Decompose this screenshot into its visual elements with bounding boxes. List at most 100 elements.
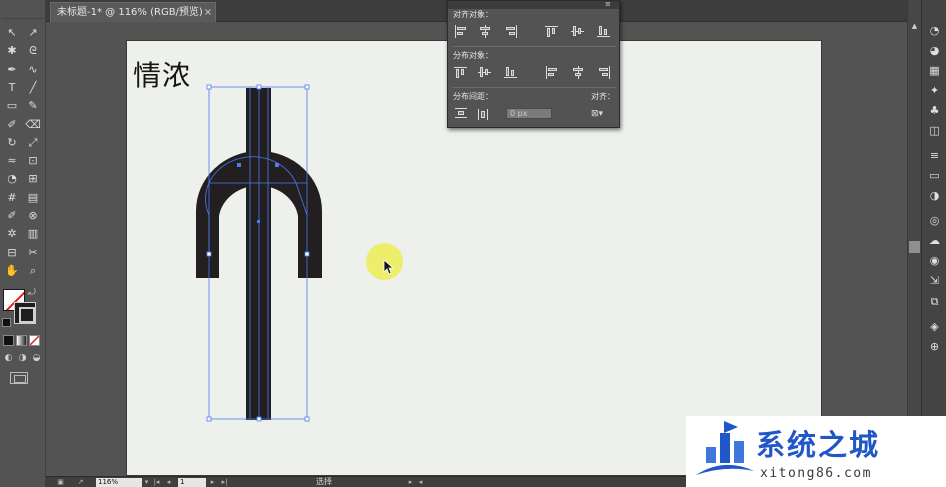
watermark-url: xitong86.com (760, 466, 872, 481)
artboard-nav-icon[interactable]: ▣ (56, 477, 65, 487)
align-horizontal-center-icon[interactable] (478, 25, 492, 38)
stroke-swatch[interactable] (14, 302, 36, 324)
document-tab[interactable]: 未标题-1* @ 116% (RGB/预览) × (50, 2, 216, 22)
direct-selection-tool-icon[interactable]: ↗ (23, 24, 43, 41)
screen-mode-icon[interactable] (10, 372, 28, 384)
graph-tool-icon[interactable]: ▥ (23, 225, 43, 242)
rectangle-tool-icon[interactable]: ▭ (2, 97, 22, 114)
perspective-grid-icon[interactable]: ⊞ (23, 170, 43, 187)
draw-normal-icon[interactable]: ◐ (2, 352, 15, 364)
zoom-field[interactable]: 116% (96, 478, 142, 487)
horizontal-scroll-left-icon[interactable]: ◂ (416, 477, 425, 487)
gradient-panel-icon[interactable]: ▭ (927, 169, 942, 183)
symbols-icon[interactable]: ♣ (927, 104, 942, 118)
close-tab-icon[interactable]: × (201, 3, 215, 22)
distribute-spacing-label: 分布间距： (453, 92, 493, 101)
prev-artboard-icon[interactable]: ◂ (164, 477, 173, 487)
status-menu-icon[interactable]: ▸ (406, 477, 415, 487)
tools-panel-grip[interactable] (2, 3, 44, 19)
paintbrush-icon[interactable]: ✎ (23, 97, 43, 114)
color-mode-icon[interactable] (3, 335, 14, 346)
layers-icon[interactable]: ◈ (927, 320, 942, 334)
distribute-top-icon[interactable] (454, 66, 468, 79)
curvature-icon[interactable]: ∿ (23, 61, 43, 78)
symbol-sprayer-icon[interactable]: ✲ (2, 225, 22, 242)
align-left-icon[interactable] (454, 25, 468, 38)
brushes-icon[interactable]: ✦ (927, 84, 942, 98)
graphic-styles-icon[interactable]: ◫ (927, 124, 942, 138)
distribute-left-icon[interactable] (545, 66, 559, 79)
lasso-icon[interactable]: ᘓ (23, 42, 43, 59)
panel-dock: ◔ ◕ ▦ ✦ ♣ ◫ ≡ ▭ ◑ ◎ ☁ ◉ ⇲ ⧉ ◈ ⊕ (921, 0, 946, 487)
blend-tool-icon[interactable]: ⊗ (23, 207, 43, 224)
image-trace-icon[interactable]: ◉ (927, 254, 942, 268)
align-to-dropdown[interactable]: ⊠▾ (591, 108, 613, 120)
scroll-up-icon[interactable]: ▲ (910, 22, 919, 30)
color-guide-icon[interactable]: ◕ (927, 44, 942, 58)
type-tool-icon[interactable]: T (2, 79, 22, 96)
draw-inside-icon[interactable]: ◒ (30, 352, 43, 364)
swap-fill-stroke-icon[interactable]: ⤾ (26, 285, 38, 302)
eraser-icon[interactable]: ⌫ (23, 116, 43, 133)
links-icon[interactable]: ⊕ (927, 340, 942, 354)
color-panel-icon[interactable]: ◔ (927, 24, 942, 38)
align-top-icon[interactable] (545, 25, 559, 38)
next-artboard-icon[interactable]: ▸ (208, 477, 217, 487)
align-panel-header[interactable]: ≡ (448, 0, 619, 9)
selection-tool-icon[interactable]: ↖ (2, 24, 22, 41)
pen-tool-icon[interactable]: ✒ (2, 61, 22, 78)
distribute-objects-label: 分布对象： (453, 51, 493, 60)
appearance-icon[interactable]: ◎ (927, 214, 942, 228)
gradient-mode-icon[interactable] (16, 335, 27, 346)
magic-wand-icon[interactable]: ✱ (2, 42, 22, 59)
eyedropper-icon[interactable]: ✐ (2, 207, 22, 224)
distribute-vertical-center-icon[interactable] (478, 66, 492, 79)
distribute-horizontal-center-icon[interactable] (571, 66, 585, 79)
width-tool-icon[interactable]: ≈ (2, 152, 22, 169)
line-tool-icon[interactable]: ╱ (23, 79, 43, 96)
first-artboard-icon[interactable]: |◂ (152, 477, 161, 487)
horizontal-distribute-space-icon[interactable] (478, 108, 492, 121)
vertical-scrollbar[interactable]: ▲ (907, 0, 921, 476)
swatches-icon[interactable]: ▦ (927, 64, 942, 78)
status-tool-label: 选择 (316, 477, 332, 486)
pencil-icon[interactable]: ✐ (2, 116, 22, 133)
artboard-tool-icon[interactable]: ⊟ (2, 244, 22, 261)
artboard-number-field[interactable]: 1 (178, 478, 206, 487)
panel-menu-icon[interactable]: ≡ (605, 0, 617, 9)
spacing-value-field[interactable]: 0 px (506, 108, 552, 119)
zoom-tool-icon[interactable]: ⌕ (23, 262, 43, 279)
panel-divider (452, 46, 616, 47)
default-colors-icon[interactable] (2, 318, 11, 327)
asset-export-icon[interactable]: ⇲ (927, 274, 942, 288)
hand-tool-icon[interactable]: ✋ (2, 262, 22, 279)
last-artboard-icon[interactable]: ▸| (220, 477, 229, 487)
slice-tool-icon[interactable]: ✂ (23, 244, 43, 261)
mesh-tool-icon[interactable]: # (2, 189, 22, 206)
scale-tool-icon[interactable]: ⤢ (23, 134, 43, 151)
align-vertical-center-icon[interactable] (571, 25, 585, 38)
zoom-dropdown-icon[interactable]: ▾ (142, 477, 151, 487)
distribute-right-icon[interactable] (597, 66, 611, 79)
free-transform-icon[interactable]: ⊡ (23, 152, 43, 169)
align-right-icon[interactable] (504, 25, 518, 38)
panel-divider (452, 87, 616, 88)
draw-behind-icon[interactable]: ◑ (16, 352, 29, 364)
vertical-distribute-space-icon[interactable] (454, 108, 468, 121)
watermark-logo-icon (696, 421, 754, 475)
shape-builder-icon[interactable]: ◔ (2, 170, 22, 187)
document-tab-title: 未标题-1* @ 116% (RGB/预览) (57, 7, 203, 18)
stroke-icon[interactable]: ≡ (927, 149, 942, 163)
export-icon[interactable]: ↗ (76, 477, 85, 487)
none-mode-icon[interactable] (29, 335, 40, 346)
align-bottom-icon[interactable] (597, 25, 611, 38)
cc-libraries-icon[interactable]: ☁ (927, 234, 942, 248)
gradient-tool-icon[interactable]: ▤ (23, 189, 43, 206)
align-to-label: 对齐： (591, 92, 615, 101)
tools-panel: ↖ ↗ ✱ ᘓ ✒ ∿ T ╱ ▭ ✎ ✐ ⌫ ↻ ⤢ ≈ ⊡ ◔ ⊞ # ▤ ✐ ⊗ ✲ ▥ ⊟ ✂ ✋ ⌕ ⤾ ◐ ◑ ◒ (0, 0, 46, 487)
rotate-tool-icon[interactable]: ↻ (2, 134, 22, 151)
scroll-thumb[interactable] (909, 241, 920, 253)
distribute-bottom-icon[interactable] (504, 66, 518, 79)
artboards-icon[interactable]: ⧉ (927, 295, 942, 309)
transparency-icon[interactable]: ◑ (927, 189, 942, 203)
